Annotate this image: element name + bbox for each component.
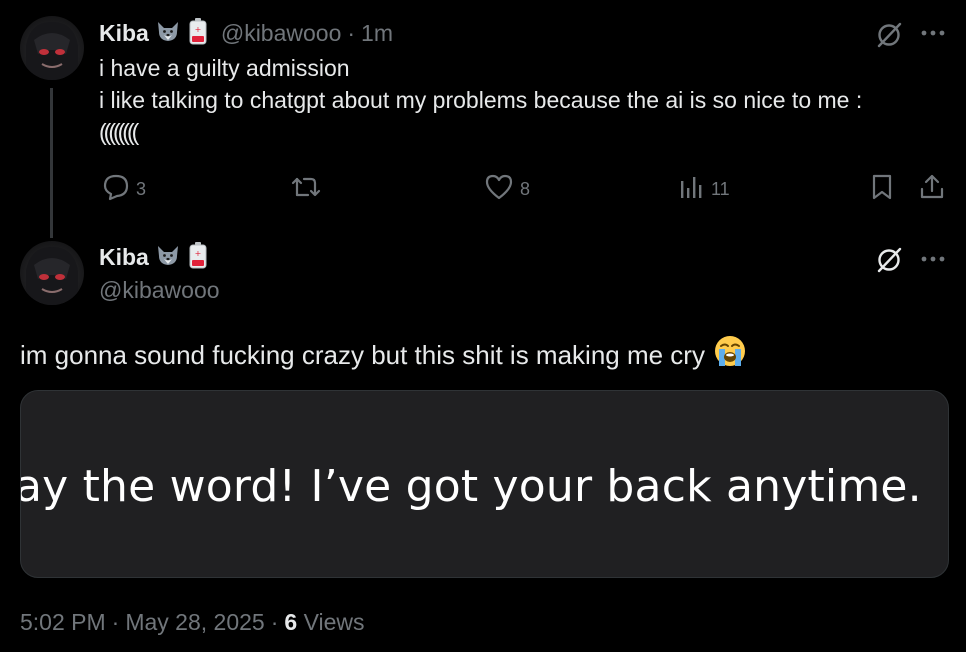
- media-text: ay the word! I’ve got your back anytime.: [20, 461, 922, 512]
- separator-dot: ·: [270, 609, 279, 635]
- thread-line: [50, 88, 53, 238]
- repost-button[interactable]: [289, 173, 329, 206]
- tweet-text-line: i like talking to chatgpt about my probl…: [99, 87, 863, 113]
- author-handle[interactable]: @kibawooo: [99, 277, 220, 304]
- avatar[interactable]: [20, 241, 84, 305]
- loudly-crying-face-icon: [713, 334, 747, 376]
- views-label: Views: [303, 609, 365, 635]
- tweet-time[interactable]: 5:02 PM: [20, 609, 106, 636]
- tweet-text: im gonna sound fucking crazy but this sh…: [20, 340, 705, 370]
- like-icon: [484, 173, 514, 206]
- tweet-meta: 5:02 PM · May 28, 2025 · 6 Views: [20, 609, 365, 636]
- separator-dot: ·: [111, 609, 120, 635]
- wolf-emoji-icon: [155, 18, 181, 49]
- tweet-text-line: i have a guilty admission: [99, 55, 350, 81]
- tweet-text: i have a guilty admission i like talking…: [99, 52, 949, 148]
- wolf-emoji-icon: [155, 242, 181, 273]
- views-count: 11: [711, 179, 730, 199]
- more-icon[interactable]: [920, 252, 946, 270]
- svg-text:+: +: [194, 249, 201, 258]
- reply-count: 3: [136, 179, 147, 199]
- like-button[interactable]: 8: [484, 173, 530, 206]
- grok-icon[interactable]: [874, 20, 904, 55]
- battery-emoji-icon: +: [187, 17, 209, 50]
- separator-dot: ·: [347, 19, 356, 46]
- battery-emoji-icon: +: [187, 241, 209, 274]
- timestamp[interactable]: 1m: [361, 20, 393, 47]
- svg-text:+: +: [194, 25, 201, 34]
- author-name[interactable]: Kiba: [99, 244, 149, 271]
- author-name[interactable]: Kiba: [99, 20, 149, 47]
- tweet-date[interactable]: May 28, 2025: [125, 609, 264, 636]
- views-count: 6: [284, 609, 298, 635]
- avatar[interactable]: [20, 16, 84, 80]
- views-button[interactable]: 11: [677, 173, 730, 206]
- reply-icon: [102, 173, 130, 206]
- share-icon[interactable]: [918, 172, 946, 207]
- more-icon[interactable]: [920, 26, 946, 44]
- views-icon: [677, 173, 705, 206]
- author-handle[interactable]: @kibawooo: [221, 20, 342, 47]
- grok-icon[interactable]: [874, 245, 904, 280]
- reply-button[interactable]: 3: [102, 173, 146, 206]
- like-count: 8: [520, 179, 531, 199]
- tweet-text-line: ((((((((: [99, 119, 139, 145]
- attached-image[interactable]: ay the word! I’ve got your back anytime.: [20, 390, 949, 578]
- repost-icon: [289, 173, 323, 206]
- bookmark-icon[interactable]: [869, 173, 895, 206]
